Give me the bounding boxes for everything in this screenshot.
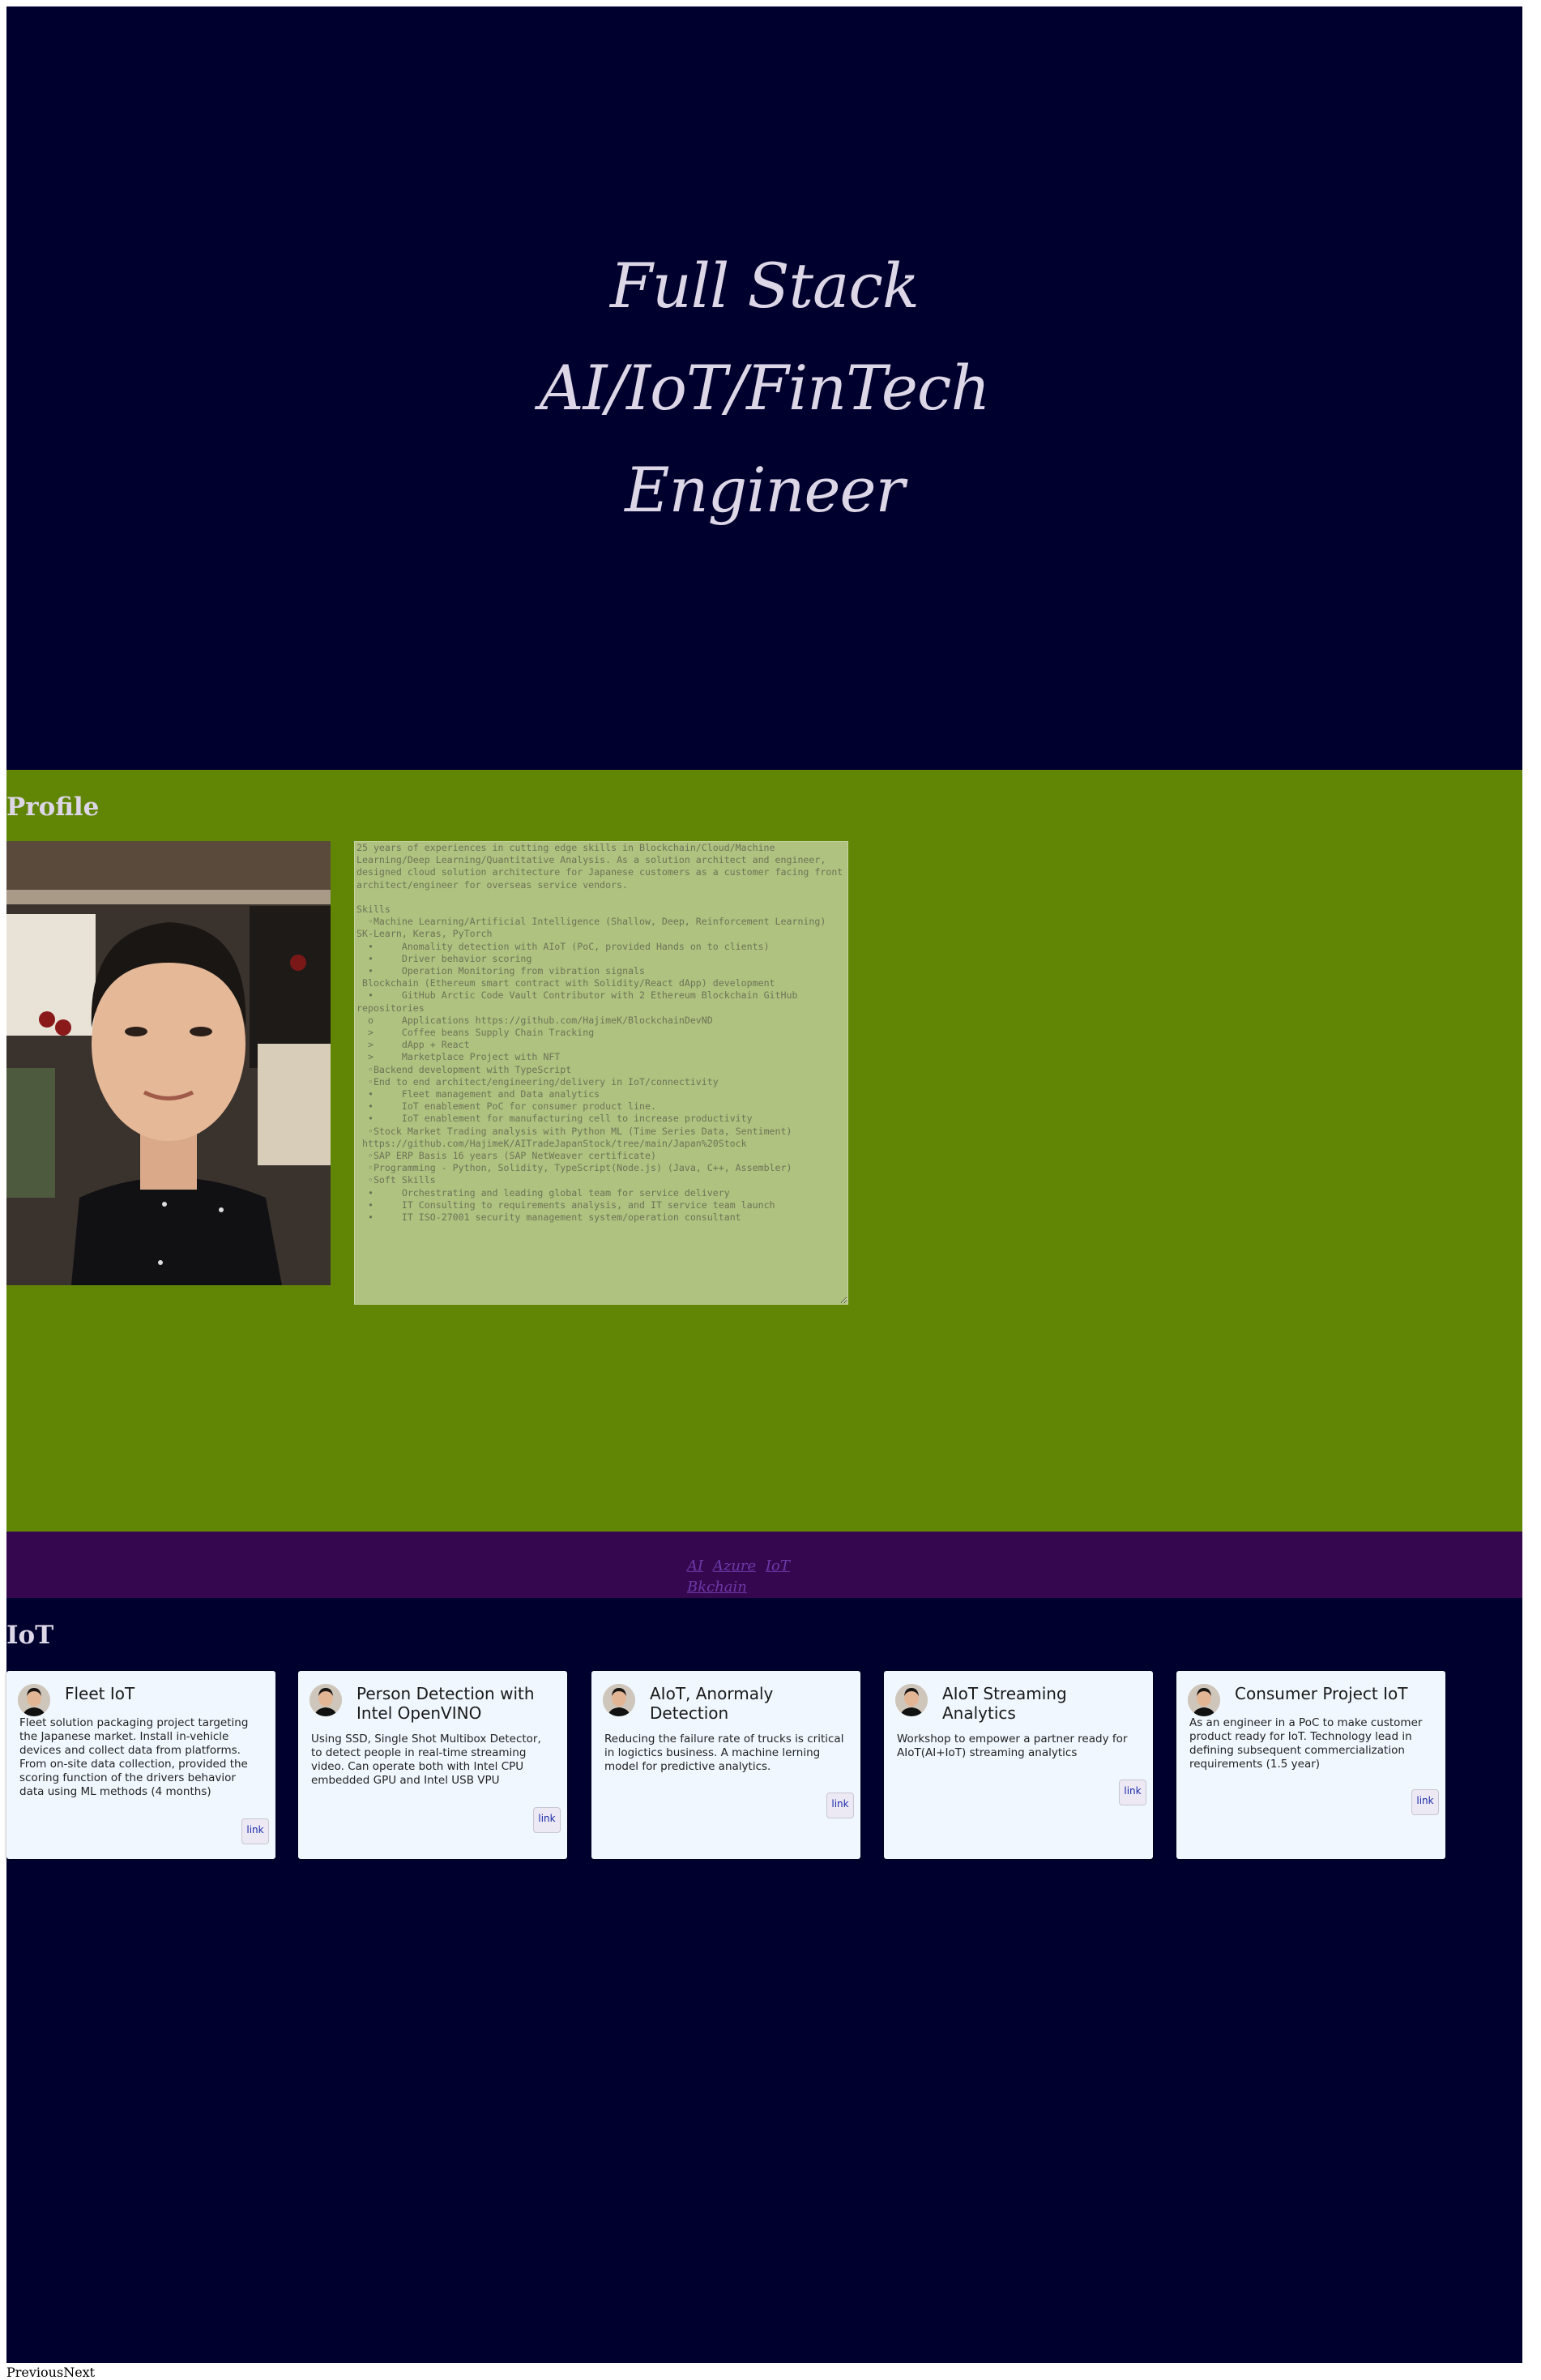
iot-card-person-detection: Person Detection with Intel OpenVINO Usi…	[298, 1671, 567, 1859]
card-link-button[interactable]: link	[1411, 1789, 1439, 1815]
nav-row-1: AI Azure IoT	[687, 1556, 795, 1577]
profile-photo	[6, 841, 331, 1285]
card-description: Reducing the failure rate of trucks is c…	[604, 1733, 844, 1773]
iot-heading: IoT	[6, 1621, 54, 1650]
navbar: AI Azure IoT Bkchain	[6, 1532, 1522, 1598]
card-title: Fleet IoT	[65, 1684, 135, 1703]
profile-bio-textarea[interactable]: 25 years of experiences in cutting edge …	[354, 841, 848, 1305]
iot-card-streaming-analytics: AIoT Streaming Analytics Workshop to emp…	[884, 1671, 1153, 1859]
carousel-pager: PreviousNext	[6, 2365, 95, 2380]
card-link-button[interactable]: link	[1119, 1780, 1146, 1805]
previous-button[interactable]: Previous	[6, 2365, 63, 2380]
iot-section: IoT Fleet IoT Fleet solution packaging p…	[6, 1598, 1522, 2363]
card-description: Workshop to empower a partner ready for …	[897, 1733, 1128, 1759]
iot-card-consumer-project: Consumer Project IoT As an engineer in a…	[1176, 1671, 1445, 1859]
iot-card-fleet: Fleet IoT Fleet solution packaging proje…	[6, 1671, 275, 1859]
next-button[interactable]: Next	[63, 2365, 95, 2380]
card-description: As an engineer in a PoC to make customer…	[1189, 1716, 1423, 1771]
nav-links: AI Azure IoT Bkchain	[687, 1556, 795, 1598]
nav-link-bkchain[interactable]: Bkchain	[687, 1579, 747, 1596]
card-link-button[interactable]: link	[826, 1792, 854, 1818]
avatar	[895, 1684, 928, 1716]
hero-title-line-1: Full Stack	[610, 250, 920, 322]
profile-heading: Profile	[6, 793, 100, 822]
hero-section: Full Stack AI/IoT/FinTech Engineer	[6, 6, 1522, 770]
card-description: Using SSD, Single Shot Multibox Detector…	[311, 1733, 541, 1787]
card-link-button[interactable]: link	[533, 1807, 561, 1833]
card-title: AIoT, Anormaly Detection	[650, 1684, 774, 1723]
nav-link-iot[interactable]: IoT	[766, 1557, 790, 1575]
avatar	[309, 1684, 342, 1716]
hero-title-line-3: Engineer	[625, 454, 905, 526]
card-link-button[interactable]: link	[241, 1818, 269, 1844]
avatar	[18, 1684, 50, 1716]
card-title: Consumer Project IoT	[1235, 1684, 1408, 1703]
card-title: AIoT Streaming Analytics	[942, 1684, 1067, 1723]
hero-title: Full Stack AI/IoT/FinTech Engineer	[539, 235, 991, 541]
hero-title-line-2: AI/IoT/FinTech	[539, 352, 991, 424]
avatar	[603, 1684, 635, 1716]
profile-section: Profile 25 years of experiences in cutti…	[6, 770, 1522, 1532]
card-title: Person Detection with Intel OpenVINO	[356, 1684, 535, 1723]
card-description: Fleet solution packaging project targeti…	[19, 1716, 249, 1798]
nav-link-azure[interactable]: Azure	[713, 1557, 756, 1575]
nav-row-2: Bkchain	[687, 1577, 795, 1598]
avatar	[1188, 1684, 1220, 1716]
nav-link-ai[interactable]: AI	[687, 1557, 703, 1575]
iot-card-anomaly-detection: AIoT, Anormaly Detection Reducing the fa…	[591, 1671, 860, 1859]
